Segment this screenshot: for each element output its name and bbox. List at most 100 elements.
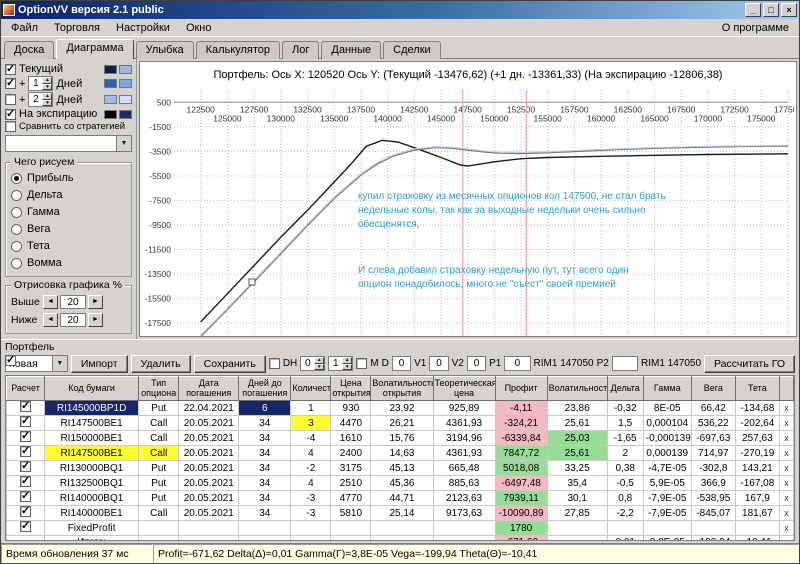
grid-auto-checkbox[interactable] xyxy=(5,355,16,366)
dh-stepper-1-value: 0 xyxy=(301,357,314,370)
menu-window[interactable]: Окно xyxy=(178,20,220,36)
row-delete-button[interactable]: x xyxy=(779,461,793,476)
row-delete-button[interactable]: x xyxy=(779,506,793,521)
table-row[interactable]: RI130000BQ1Put20.05.202134-2317545,13665… xyxy=(7,461,794,476)
row-delete-button[interactable]: x xyxy=(779,536,793,542)
strategy-select[interactable]: ▼ xyxy=(5,135,132,152)
plus1-days-stepper[interactable]: 1 ▲▼ xyxy=(28,76,53,91)
cell-calc xyxy=(7,416,45,431)
v2-field[interactable]: 0 xyxy=(467,356,486,371)
maximize-button[interactable]: □ xyxy=(763,3,779,17)
draw-option-5[interactable]: Вомма xyxy=(11,255,126,272)
row-delete-button[interactable]: x xyxy=(779,476,793,491)
row-calc-checkbox[interactable] xyxy=(20,416,31,427)
table-row[interactable]: RI145000BP1DPut22.04.20216193023,92925,8… xyxy=(7,401,794,416)
table-row[interactable]: RI147500BE1Call20.05.2021343447026,21436… xyxy=(7,416,794,431)
radio-icon[interactable] xyxy=(11,224,22,235)
tab-calculator[interactable]: Калькулятор xyxy=(196,41,280,59)
radio-icon[interactable] xyxy=(11,207,22,218)
tab-board[interactable]: Доска xyxy=(4,41,54,59)
column-header: Теоретическая цена xyxy=(433,377,495,401)
radio-icon[interactable] xyxy=(11,258,22,269)
cell-qty: 4 xyxy=(291,446,331,461)
draw-option-2[interactable]: Гамма xyxy=(11,204,126,221)
p1-field[interactable]: 0 xyxy=(504,356,530,371)
chevron-down-icon[interactable]: ▼ xyxy=(116,136,131,151)
dh-stepper-1[interactable]: 0 ▲▼ xyxy=(300,356,325,371)
spin-down-icon[interactable]: ▼ xyxy=(42,84,52,91)
table-row[interactable]: RI132500BQ1Put20.05.2021344251045,36885,… xyxy=(7,476,794,491)
table-row[interactable]: RI140000BE1Call20.05.202134-3581025,1491… xyxy=(7,506,794,521)
cell-qty: -2 xyxy=(291,461,331,476)
table-row[interactable]: Итого:-671,620,013,8E-05-199,94-10,41x xyxy=(7,536,794,542)
drag-handle[interactable] xyxy=(249,279,255,285)
spin-down-icon[interactable]: ▼ xyxy=(342,364,352,371)
row-calc-checkbox[interactable] xyxy=(20,431,31,442)
dh-stepper-2[interactable]: 1 ▲▼ xyxy=(328,356,353,371)
row-calc-checkbox[interactable] xyxy=(20,521,31,532)
compare-strategy-checkbox[interactable] xyxy=(5,121,16,132)
tab-log[interactable]: Лог xyxy=(282,41,319,59)
import-button[interactable]: Импорт xyxy=(71,355,128,373)
cell-vol: 35,4 xyxy=(547,476,607,491)
row-delete-button[interactable]: x xyxy=(779,521,793,536)
row-calc-checkbox[interactable] xyxy=(20,401,31,412)
row-delete-button[interactable]: x xyxy=(779,446,793,461)
x-tick-label: 137500 xyxy=(347,104,376,114)
cell-days: 34 xyxy=(239,431,291,446)
y-tick-label: -15500 xyxy=(145,294,172,304)
close-button[interactable]: × xyxy=(781,3,797,17)
menu-about[interactable]: О программе xyxy=(714,20,797,36)
radio-icon[interactable] xyxy=(11,173,22,184)
table-row[interactable]: RI140000BQ1Put20.05.202134-3477044,71212… xyxy=(7,491,794,506)
draw-option-1[interactable]: Дельта xyxy=(11,187,126,204)
cell-vol: 25,61 xyxy=(547,446,607,461)
chevron-down-icon[interactable]: ▼ xyxy=(52,356,67,371)
dh-checkbox[interactable] xyxy=(269,358,280,369)
row-calc-checkbox[interactable] xyxy=(20,506,31,517)
draw-option-3[interactable]: Вега xyxy=(11,221,126,238)
below-decrease-button[interactable]: ◄ xyxy=(43,313,58,327)
delete-button[interactable]: Удалить xyxy=(131,355,191,373)
above-increase-button[interactable]: ► xyxy=(88,295,103,309)
row-calc-checkbox[interactable] xyxy=(20,476,31,487)
above-decrease-button[interactable]: ◄ xyxy=(43,295,58,309)
tab-smile[interactable]: Улыбка xyxy=(136,41,194,59)
expiration-checkbox[interactable] xyxy=(5,109,16,120)
below-increase-button[interactable]: ► xyxy=(88,313,103,327)
current-checkbox[interactable] xyxy=(5,64,16,75)
m-checkbox[interactable] xyxy=(356,358,367,369)
row-calc-checkbox[interactable] xyxy=(20,446,31,457)
row-delete-button[interactable]: x xyxy=(779,491,793,506)
table-row[interactable]: RI147500BE1Call20.05.2021344240014,63436… xyxy=(7,446,794,461)
plus2-checkbox[interactable] xyxy=(5,94,16,105)
row-calc-checkbox[interactable] xyxy=(20,461,31,472)
spin-down-icon[interactable]: ▼ xyxy=(314,364,324,371)
draw-option-0[interactable]: Прибыль xyxy=(11,170,126,187)
radio-icon[interactable] xyxy=(11,190,22,201)
table-row[interactable]: RI150000BE1Call20.05.202134-4161015,7631… xyxy=(7,431,794,446)
spin-down-icon[interactable]: ▼ xyxy=(42,100,52,107)
plus2-days-stepper[interactable]: 2 ▲▼ xyxy=(28,92,53,107)
p2-field[interactable] xyxy=(612,356,638,371)
d-field[interactable]: 0 xyxy=(392,356,411,371)
draw-option-4[interactable]: Тета xyxy=(11,238,126,255)
cell-theta: -167,08 xyxy=(735,476,779,491)
calc-go-button[interactable]: Рассчитать ГО xyxy=(704,355,795,373)
row-delete-button[interactable]: x xyxy=(779,401,793,416)
row-delete-button[interactable]: x xyxy=(779,416,793,431)
tab-deals[interactable]: Сделки xyxy=(383,41,441,59)
menu-trading[interactable]: Торговля xyxy=(46,20,108,36)
v1-field[interactable]: 0 xyxy=(429,356,448,371)
plus1-checkbox[interactable] xyxy=(5,78,16,89)
save-button[interactable]: Сохранить xyxy=(194,355,266,373)
tab-diagram[interactable]: Диаграмма xyxy=(56,39,133,59)
radio-icon[interactable] xyxy=(11,241,22,252)
table-row[interactable]: FixedProfit1780x xyxy=(7,521,794,536)
minimize-button[interactable]: _ xyxy=(745,3,761,17)
menu-settings[interactable]: Настройки xyxy=(108,20,178,36)
row-delete-button[interactable]: x xyxy=(779,431,793,446)
menu-file[interactable]: Файл xyxy=(3,20,46,36)
tab-data[interactable]: Данные xyxy=(321,41,381,59)
row-calc-checkbox[interactable] xyxy=(20,491,31,502)
